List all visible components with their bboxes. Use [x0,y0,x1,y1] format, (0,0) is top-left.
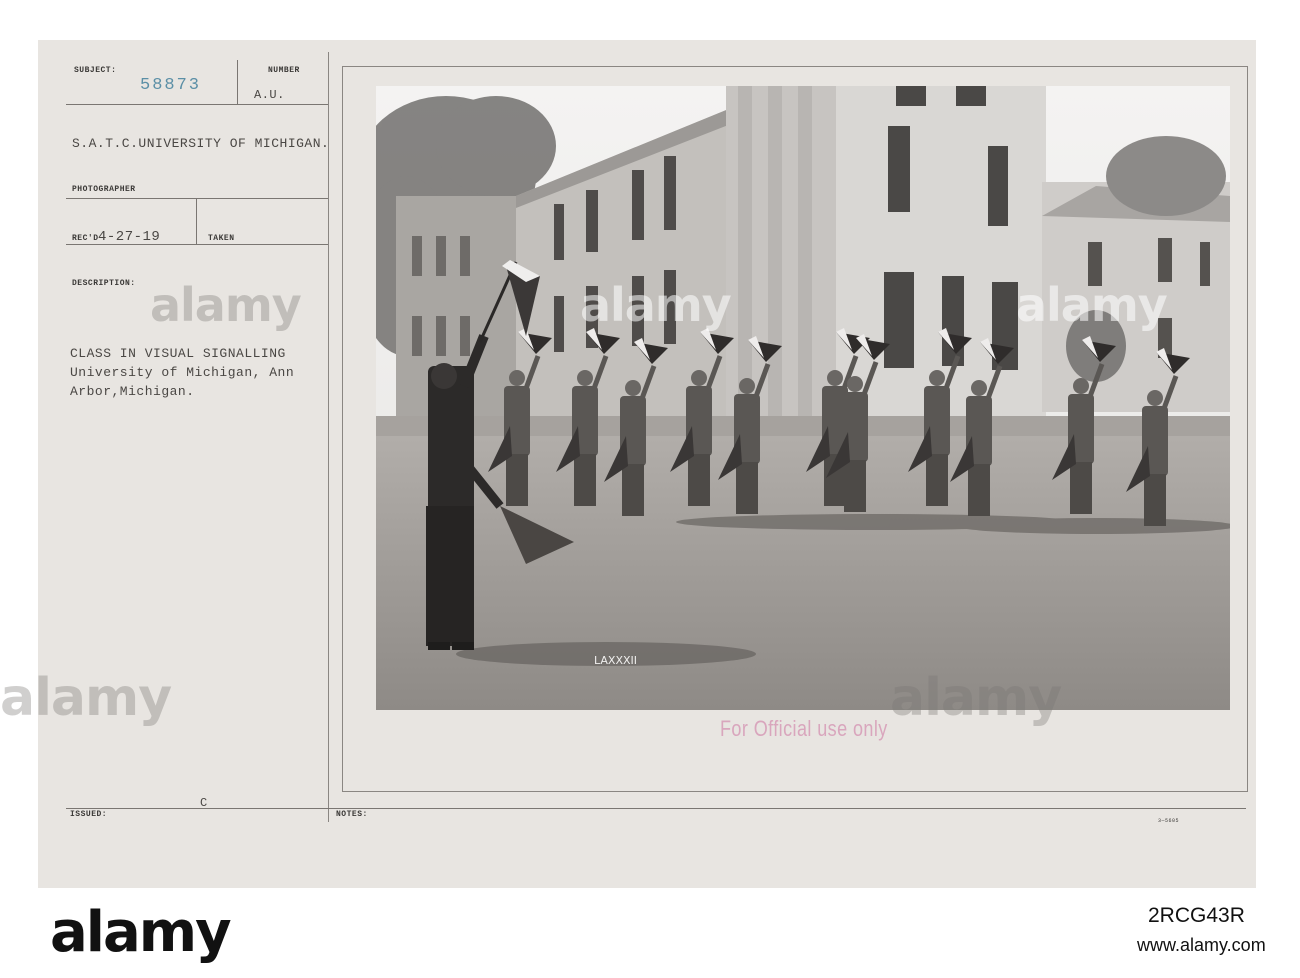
issued-value: C [200,796,208,810]
signaller-figure [1147,390,1163,406]
description-text: CLASS IN VISUAL SIGNALLING University of… [70,344,294,401]
watermark-logo: alamy [1016,278,1168,332]
signaller-figure [968,464,990,516]
form-number: 3—5605 [1158,818,1180,824]
photographer-label: PHOTOGRAPHER [72,185,136,194]
watermark-logo: alamy [890,668,1062,728]
signaller-figure [971,380,987,396]
rule-1 [66,104,328,105]
description-line: University of Michigan, Ann [70,365,295,380]
signaller-figure [739,378,755,394]
number-label: NUMBER [268,66,300,75]
rule-vertical-2 [196,198,197,244]
watermark-logo: alamy [150,278,302,332]
negative-mark: LAXXXII [594,654,637,667]
signaller-figure [688,454,710,506]
description-line: CLASS IN VISUAL SIGNALLING [70,346,286,361]
signaller-figure [509,370,525,386]
signaller-figure [1073,378,1089,394]
signaller-figure [574,454,596,506]
rule-bottom [66,808,1246,809]
unit-line: S.A.T.C.UNIVERSITY OF MICHIGAN. [72,136,330,151]
signaller-figure [844,460,866,512]
signaller-figure [926,454,948,506]
recd-label: REC'D [72,234,99,243]
signaller-figure [577,370,593,386]
number-value: A.U. [254,88,285,102]
signaller-figure [847,376,863,392]
site-url: www.alamy.com [1137,935,1266,955]
image-id: 2RCG43R [1148,904,1245,927]
signaller-figure [506,454,528,506]
column-divider [328,52,329,822]
official-use-stamp: For Official use only [720,716,888,741]
watermark-logo: alamy [580,278,732,332]
signaller-figure [1070,462,1092,514]
signaller-figure [827,370,843,386]
description-label: DESCRIPTION: [72,279,136,288]
signaller-figure [736,462,758,514]
recd-value: 4-27-19 [98,229,161,245]
subject-label: SUBJECT: [74,66,117,75]
signaller-figure [691,370,707,386]
watermark-logo: alamy [0,668,172,728]
subject-number: 58873 [140,76,202,95]
watermark-footer: alamy 2RCG43R www.alamy.com [0,888,1300,978]
rule-vertical-1 [237,60,238,104]
issued-label: ISSUED: [70,810,108,819]
signaller-figure [622,464,644,516]
signaller-figure [1144,474,1166,526]
signaller-figure [625,380,641,396]
taken-label: TAKEN [208,234,235,243]
rule-3 [66,244,328,245]
description-line: Arbor,Michigan. [70,384,195,399]
signaller-figure [929,370,945,386]
rule-2 [66,198,328,199]
notes-label: NOTES: [336,810,368,819]
signalling-class-photo: LAXXXII [376,86,1230,710]
alamy-logo: alamy [50,900,232,965]
